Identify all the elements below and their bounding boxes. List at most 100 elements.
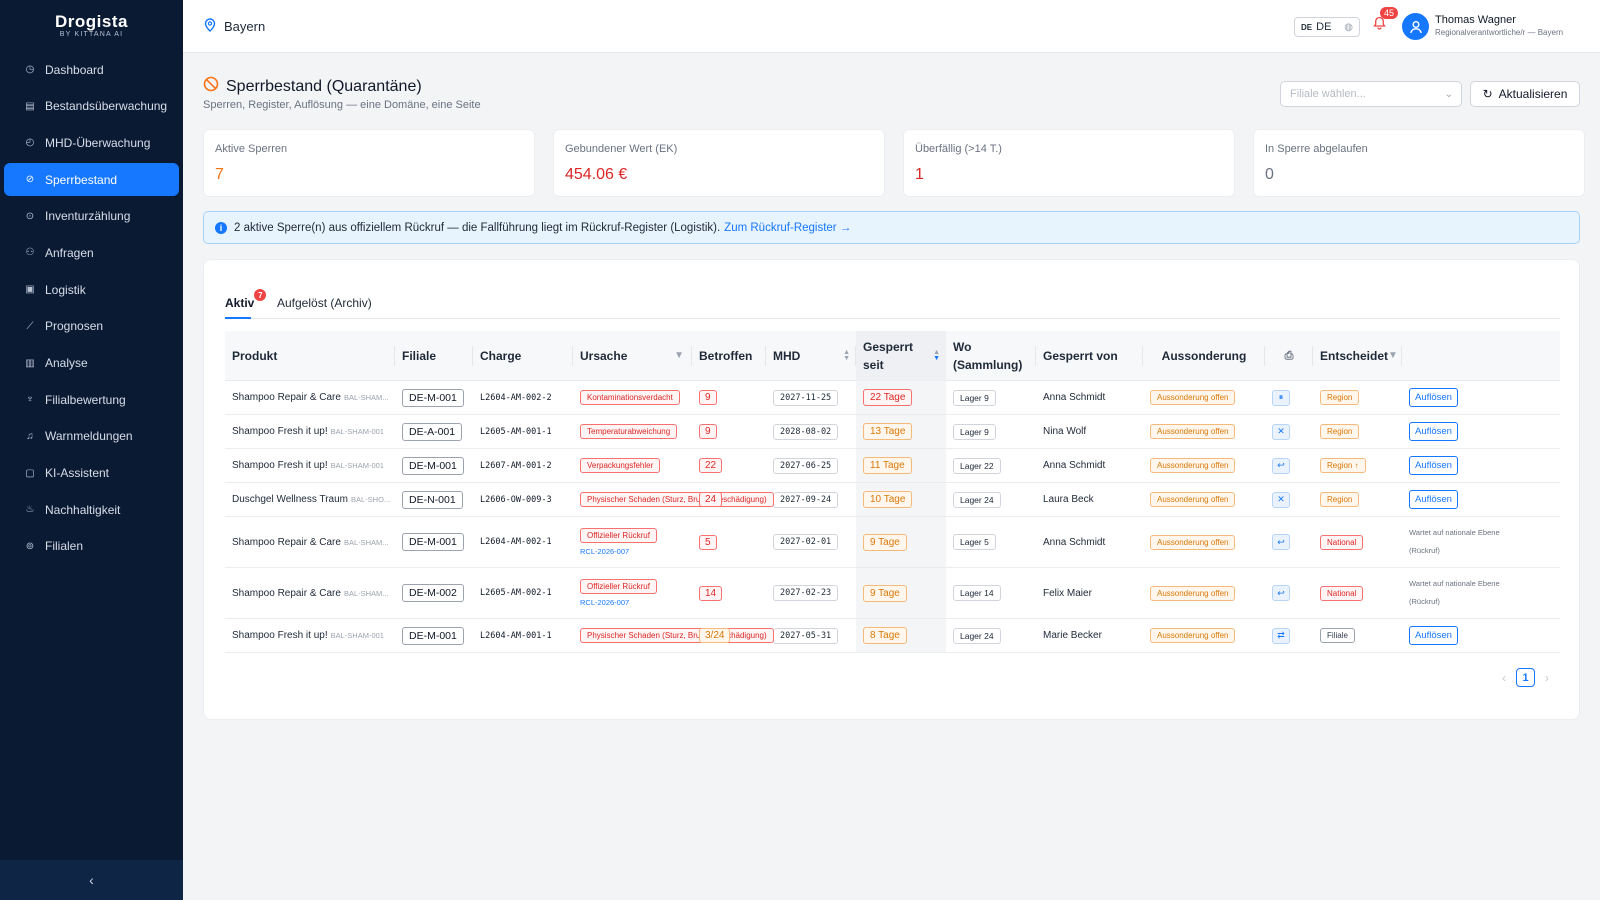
ban-icon: ⊘	[25, 174, 35, 186]
page-1-button[interactable]: 1	[1516, 668, 1535, 687]
sort-desc-icon[interactable]: ▲ ▼	[933, 349, 940, 362]
prev-page-button[interactable]: ‹	[1502, 671, 1506, 685]
cell-wo: Lager 22	[946, 449, 1036, 482]
cell-charge: L2606-OW-009-3	[473, 483, 573, 516]
sidebar-item-analyse[interactable]: ▥ Analyse	[4, 347, 179, 380]
location-pin-icon	[204, 18, 216, 35]
table-row[interactable]: Shampoo Fresh it up! BAL-SHAM-001 DE-A-001…	[225, 415, 1560, 449]
sidebar-item-filialbewertung[interactable]: ♆ Filialbewertung	[4, 383, 179, 416]
recall-link[interactable]: RCL-2026-007	[580, 598, 629, 607]
locked-days: 22 Tage	[863, 389, 913, 406]
cell-ursache: Kontaminationsverdacht	[573, 381, 692, 414]
product-sku: BAL-SHAM-001	[330, 631, 384, 640]
row-action-button[interactable]: ⇄	[1272, 627, 1290, 644]
cell-auss: Aussonderung offen	[1143, 517, 1265, 567]
filter-icon[interactable]: ▼	[674, 347, 684, 365]
sidebar-item-label: Analyse	[45, 356, 88, 370]
language-selector[interactable]: DE DE ◍	[1294, 17, 1360, 37]
tab-aufgeloest-label: Aufgelöst (Archiv)	[277, 296, 372, 310]
row-action-button[interactable]: ✕	[1272, 423, 1290, 440]
filiale-select[interactable]: Filiale wählen... ⌄	[1280, 81, 1462, 107]
table-row[interactable]: Shampoo Repair & Care BAL-SHAM... DE-M-001…	[225, 517, 1560, 568]
sidebar-item-label: Nachhaltigkeit	[45, 502, 121, 517]
sidebar-item-inventurzählung[interactable]: ⊙ Inventurzählung	[4, 200, 179, 233]
filiale-tag[interactable]: DE-M-001	[402, 533, 464, 551]
aussonderung-status: Aussonderung offen	[1150, 628, 1236, 643]
resolve-button[interactable]: Auflösen	[1409, 490, 1458, 509]
resolve-button[interactable]: Auflösen	[1409, 456, 1458, 475]
region-selector[interactable]: Bayern	[204, 18, 265, 35]
table-row[interactable]: Shampoo Fresh it up! BAL-SHAM-001 DE-M-001…	[225, 449, 1560, 483]
sidebar-item-prognosen[interactable]: ⟋ Prognosen	[4, 310, 179, 343]
refresh-button[interactable]: ↻ Aktualisieren	[1470, 81, 1580, 107]
resolve-button[interactable]: Auflösen	[1409, 388, 1458, 407]
cell-res: Auflösen	[1402, 619, 1542, 652]
sidebar-item-dashboard[interactable]: ◷ Dashboard	[4, 53, 179, 86]
cell-res: Wartet auf nationale Ebene (Rückruf)	[1402, 517, 1542, 567]
recall-link[interactable]: RCL-2026-007	[580, 547, 629, 556]
tab-aufgeloest[interactable]: Aufgelöst (Archiv)	[277, 296, 372, 310]
decision-level-tag: National	[1320, 534, 1364, 550]
cell-von: Nina Wolf	[1036, 415, 1143, 448]
sidebar-item-nachhaltigkeit[interactable]: ♨ Nachhaltigkeit	[4, 493, 179, 526]
filiale-tag[interactable]: DE-M-001	[402, 626, 464, 645]
recall-register-link[interactable]: Zum Rückruf-Register →	[724, 222, 851, 234]
cell-von: Laura Beck	[1036, 483, 1143, 516]
next-page-button[interactable]: ›	[1545, 671, 1549, 685]
row-action-button[interactable]: ↩	[1272, 534, 1290, 550]
cell-ent: Filiale	[1313, 619, 1402, 652]
sidebar-item-anfragen[interactable]: ⚇ Anfragen	[4, 236, 179, 269]
stat-card: Überfällig (>14 T.) 1	[903, 129, 1235, 197]
row-action-button[interactable]: ✕	[1272, 491, 1290, 508]
row-action-button[interactable]: ↩	[1272, 585, 1290, 601]
cell-von: Anna Schmidt	[1036, 517, 1143, 567]
mhd-date: 2027-02-23	[773, 585, 839, 601]
sidebar-collapse-button[interactable]: ‹	[0, 860, 183, 900]
sidebar-item-filialen[interactable]: ⊚ Filialen	[4, 530, 179, 563]
storage-tag: Lager 14	[953, 585, 1001, 601]
table-row[interactable]: Shampoo Fresh it up! BAL-SHAM-001 DE-M-001…	[225, 619, 1560, 653]
user-avatar[interactable]	[1402, 13, 1429, 40]
stat-label: Gebundener Wert (EK)	[565, 143, 678, 155]
filiale-tag[interactable]: DE-N-001	[402, 490, 463, 509]
col-ursache: Ursache ▼	[573, 331, 692, 381]
filiale-tag[interactable]: DE-M-001	[402, 456, 464, 475]
user-role: Regionalverantwortliche/r — Bayern	[1435, 28, 1564, 37]
filiale-tag[interactable]: DE-A-001	[402, 422, 463, 441]
storage-tag: Lager 24	[953, 491, 1001, 508]
cell-auss: Aussonderung offen	[1143, 415, 1265, 448]
locked-by: Nina Wolf	[1043, 426, 1087, 437]
table-row[interactable]: Duschgel Wellness Traum BAL-SHO... DE-N-00…	[225, 483, 1560, 517]
sidebar-item-mhd-überwachung[interactable]: ◴ MHD-Überwachung	[4, 126, 179, 159]
filiale-tag[interactable]: DE-M-002	[402, 584, 464, 602]
row-action-button[interactable]: ⏸	[1272, 389, 1290, 406]
filter-icon[interactable]: ▼	[1388, 347, 1398, 365]
sidebar-item-warnmeldungen[interactable]: ♫ Warnmeldungen	[4, 420, 179, 453]
ban-icon	[203, 76, 219, 97]
product-name: Shampoo Repair & Care	[232, 392, 341, 403]
resolve-button[interactable]: Auflösen	[1409, 626, 1458, 645]
tab-aktiv-badge: 7	[254, 289, 267, 301]
cell-wo: Lager 24	[946, 483, 1036, 516]
app-logo[interactable]: Drogista BY KITTANA AI	[0, 0, 183, 50]
filiale-tag[interactable]: DE-M-001	[402, 388, 464, 407]
col-gesperrt-seit[interactable]: Gesperrt seit ▲ ▼	[856, 331, 946, 381]
sidebar: Drogista BY KITTANA AI ◷ Dashboard ▤ Bestan…	[0, 0, 183, 900]
col-aussonderung: Aussonderung	[1143, 331, 1265, 381]
col-entscheidet: Entscheidet ▼	[1313, 331, 1402, 381]
tab-aktiv[interactable]: Aktiv 7	[225, 289, 267, 310]
table-row[interactable]: Shampoo Repair & Care BAL-SHAM... DE-M-001…	[225, 381, 1560, 415]
resolve-button[interactable]: Auflösen	[1409, 422, 1458, 441]
row-action-button[interactable]: ↩	[1272, 457, 1290, 474]
notifications-button[interactable]: 45	[1373, 7, 1399, 33]
sidebar-item-logistik[interactable]: ▣ Logistik	[4, 273, 179, 306]
sidebar-item-sperrbestand[interactable]: ⊘ Sperrbestand	[4, 163, 179, 197]
cell-gs: 10 Tage	[856, 483, 946, 516]
sort-icon[interactable]: ▲ ▼	[843, 349, 850, 362]
sidebar-item-bestandsüberwachung[interactable]: ▤ Bestandsüberwachung	[4, 90, 179, 123]
table-row[interactable]: Shampoo Repair & Care BAL-SHAM... DE-M-002…	[225, 568, 1560, 619]
cell-act: ↩	[1265, 449, 1313, 482]
sidebar-item-label: Bestandsüberwachung	[45, 99, 168, 114]
sidebar-item-ki-assistent[interactable]: ▢ KI-Assistent	[4, 457, 179, 490]
stat-card: Gebundener Wert (EK) 454.06 €	[553, 129, 885, 197]
